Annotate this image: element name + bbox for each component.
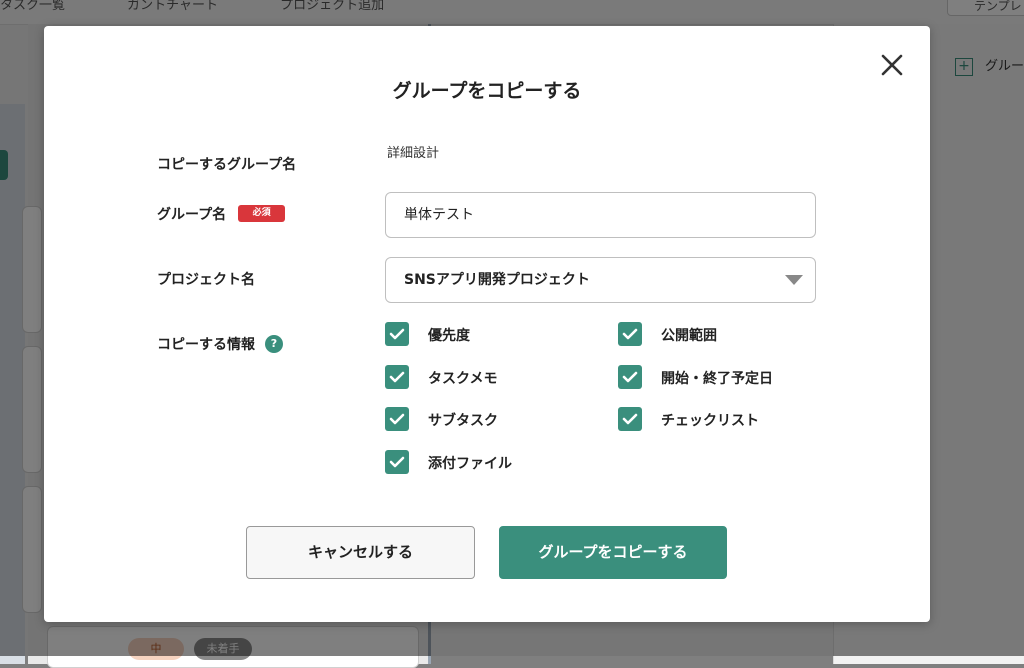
checkbox[interactable]	[385, 322, 409, 346]
option-label: チェックリスト	[661, 413, 759, 429]
copy-group-dialog: グループをコピーする コピーするグループ名 詳細設計 グループ名 必須 単体テスト…	[44, 26, 930, 622]
copy-info-label-row: コピーする情報?	[157, 334, 283, 354]
checkbox[interactable]	[618, 407, 642, 431]
option-label: 開始・終了予定日	[661, 371, 773, 387]
source-group-value: 詳細設計	[387, 146, 440, 161]
help-icon[interactable]: ?	[265, 335, 283, 353]
check-icon	[389, 328, 405, 340]
check-icon	[389, 371, 405, 383]
option-label: 優先度	[428, 328, 470, 344]
check-icon	[389, 456, 405, 468]
checkbox[interactable]	[385, 407, 409, 431]
project-select[interactable]: SNSアプリ開発プロジェクト	[385, 257, 816, 303]
copy-group-button[interactable]: グループをコピーする	[499, 526, 727, 579]
check-icon	[389, 413, 405, 425]
close-icon	[881, 54, 903, 76]
checkbox[interactable]	[618, 322, 642, 346]
project-select-value: SNSアプリ開発プロジェクト	[404, 272, 590, 288]
group-name-input[interactable]: 単体テスト	[385, 192, 816, 238]
group-name-label: グループ名	[157, 207, 227, 223]
chevron-down-icon	[785, 275, 803, 285]
check-icon	[622, 371, 638, 383]
copy-info-label: コピーする情報	[157, 337, 255, 353]
checkbox[interactable]	[385, 365, 409, 389]
source-group-label: コピーするグループ名	[157, 157, 297, 173]
dialog-title: グループをコピーする	[392, 80, 582, 102]
check-icon	[622, 413, 638, 425]
check-icon	[622, 328, 638, 340]
option-label: 添付ファイル	[428, 456, 512, 472]
option-label: 公開範囲	[661, 328, 717, 344]
cancel-button[interactable]: キャンセルする	[246, 526, 475, 579]
checkbox[interactable]	[385, 450, 409, 474]
required-badge: 必須	[238, 204, 286, 222]
group-name-label-row: グループ名 必須	[157, 204, 286, 224]
checkbox[interactable]	[618, 365, 642, 389]
close-button[interactable]	[880, 53, 904, 77]
project-name-label: プロジェクト名	[157, 272, 255, 288]
option-label: サブタスク	[428, 413, 498, 429]
option-label: タスクメモ	[428, 371, 498, 387]
